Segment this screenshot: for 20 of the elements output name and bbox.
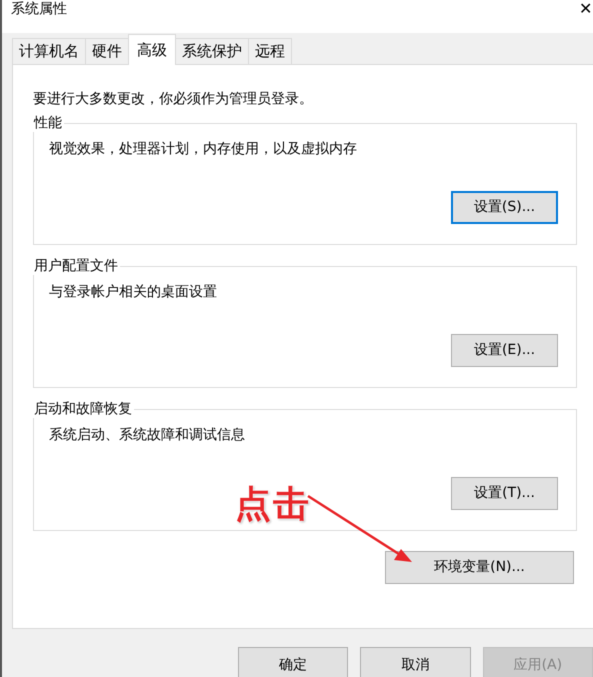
close-button[interactable]: ✕: [579, 0, 593, 18]
tab[interactable]: 远程: [248, 38, 292, 64]
group-title: 用户配置文件: [32, 257, 120, 275]
settings-button[interactable]: 设置(S)...: [451, 191, 558, 224]
notice-text: 要进行大多数更改，你必须作为管理员登录。: [33, 90, 314, 109]
settings-button[interactable]: 设置(T)...: [451, 477, 558, 510]
group-description: 视觉效果，处理器计划，内存使用，以及虚拟内存: [49, 141, 357, 157]
tab[interactable]: 高级: [128, 34, 176, 65]
group-description: 与登录帐户相关的桌面设置: [49, 284, 217, 300]
apply-button: 应用(A): [482, 647, 593, 677]
group-title: 性能: [32, 114, 64, 132]
environment-variables-button[interactable]: 环境变量(N)...: [385, 551, 574, 584]
settings-button[interactable]: 设置(E)...: [451, 334, 558, 367]
annotation-text: 点击: [235, 483, 311, 527]
dialog-button[interactable]: 确定: [238, 647, 348, 677]
group-title: 启动和故障恢复: [32, 400, 134, 418]
dialog-button[interactable]: 取消: [360, 647, 471, 677]
tab[interactable]: 计算机名: [12, 38, 86, 64]
group-description: 系统启动、系统故障和调试信息: [49, 427, 245, 443]
window-title: 系统属性: [11, 0, 67, 18]
